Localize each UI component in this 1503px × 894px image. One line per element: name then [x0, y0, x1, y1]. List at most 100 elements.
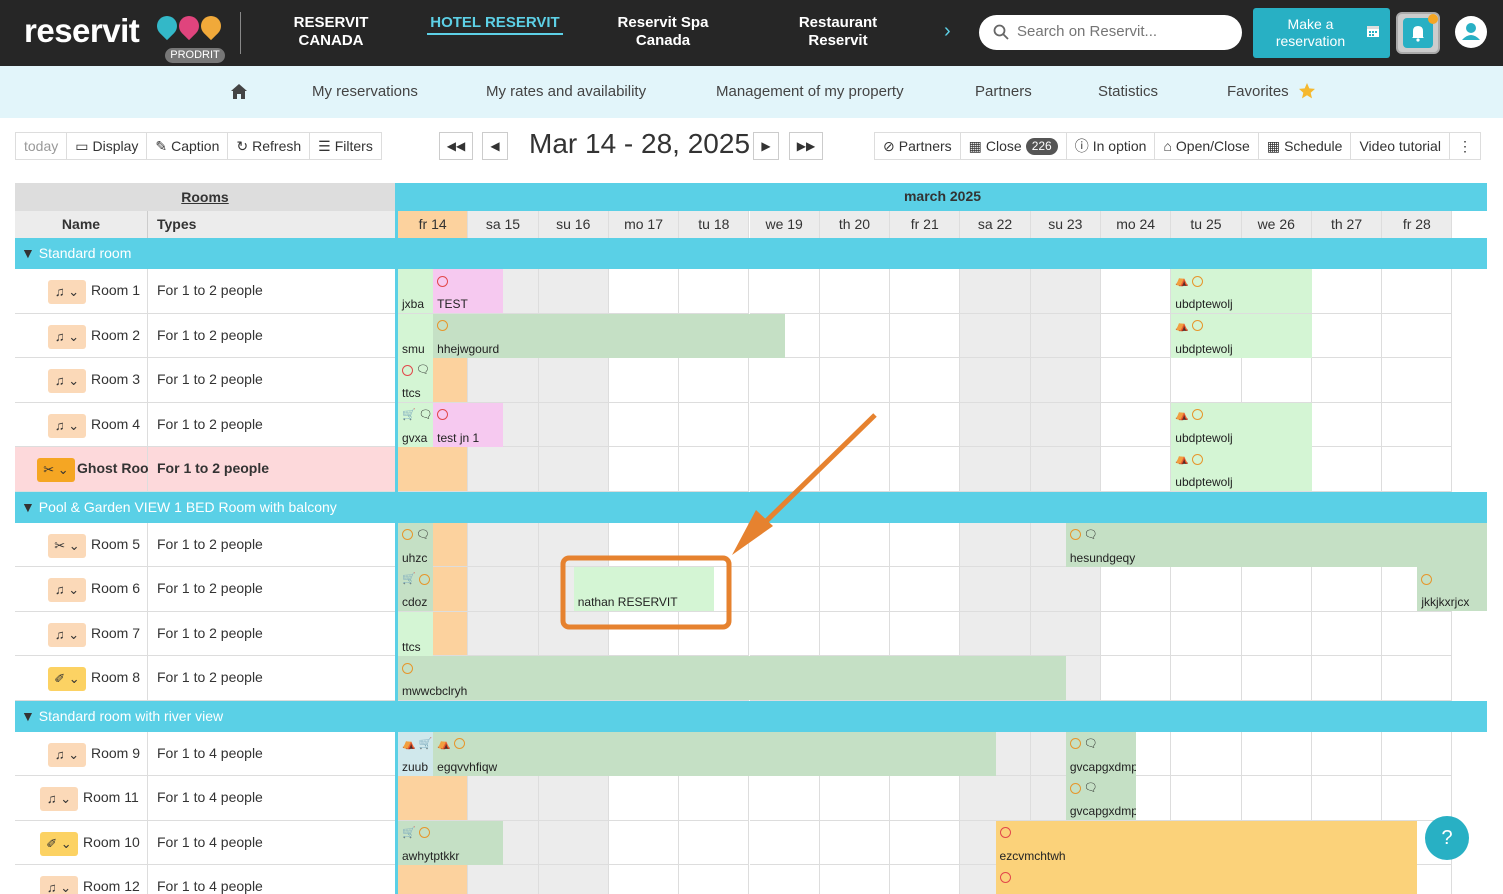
room-name-cell[interactable]: ♫ ⌄ Room 1: [15, 269, 148, 314]
grid-cell[interactable]: [819, 313, 891, 358]
grid-cell[interactable]: [1101, 656, 1172, 701]
room-name-cell[interactable]: ♫ ⌄ Room 4: [15, 402, 148, 447]
grid-cell[interactable]: [608, 776, 680, 821]
chevron-right-icon[interactable]: ›: [944, 20, 951, 43]
grid-cell[interactable]: [538, 522, 609, 567]
grid-cell[interactable]: [1311, 358, 1383, 403]
reservation-block[interactable]: ⛺ ubdptewolj: [1171, 269, 1312, 313]
grid-cell[interactable]: [819, 522, 891, 567]
grid-cell[interactable]: [538, 820, 609, 865]
grid-cell[interactable]: [1030, 447, 1101, 492]
grid-cell[interactable]: [679, 522, 750, 567]
grid-cell[interactable]: [679, 865, 750, 894]
grid-cell[interactable]: [1311, 611, 1383, 656]
reservation-block[interactable]: ⛺ ubdptewolj: [1171, 447, 1312, 491]
grid-cell[interactable]: [1030, 358, 1101, 403]
reservation-block[interactable]: hhejwgourd: [433, 313, 785, 358]
grid-cell[interactable]: [679, 447, 750, 492]
fast-forward-button[interactable]: ▶▶: [789, 132, 823, 160]
grid-cell[interactable]: [890, 522, 961, 567]
day-header[interactable]: th 27: [1311, 211, 1383, 238]
property-tab-restaurant[interactable]: Restaurant Reservit: [785, 14, 891, 50]
day-header[interactable]: th 20: [819, 211, 891, 238]
grid-cell[interactable]: [960, 358, 1031, 403]
grid-cell[interactable]: [538, 611, 609, 656]
grid-cell[interactable]: [749, 865, 820, 894]
help-button[interactable]: ?: [1425, 816, 1469, 860]
day-header[interactable]: fr 14: [398, 211, 469, 238]
day-header[interactable]: we 26: [1241, 211, 1312, 238]
grid-cell[interactable]: [749, 820, 820, 865]
grid-cell[interactable]: [1101, 313, 1172, 358]
grid-cell[interactable]: [1171, 358, 1242, 403]
grid-cell[interactable]: [749, 522, 820, 567]
grid-cell[interactable]: [1241, 358, 1312, 403]
grid-cell[interactable]: [1101, 358, 1172, 403]
grid-cell[interactable]: [890, 269, 961, 314]
grid-cell[interactable]: [749, 567, 820, 612]
grid-cell[interactable]: [1171, 611, 1242, 656]
reservation-block[interactable]: jkkjkxrjcx: [1417, 567, 1487, 611]
grid-cell[interactable]: [679, 269, 750, 314]
room-status-icon[interactable]: ✂ ⌄: [48, 533, 86, 558]
room-name-cell[interactable]: ♫ ⌄ Room 9: [15, 731, 148, 776]
grid-cell[interactable]: [1241, 731, 1312, 776]
rewind-button[interactable]: ◀◀: [439, 132, 473, 160]
grid-cell[interactable]: [1382, 447, 1453, 492]
reservation-block[interactable]: nathan RESERVIT: [573, 567, 715, 611]
room-name-cell[interactable]: ♫ ⌄ Room 12: [15, 865, 148, 894]
grid-cell[interactable]: [819, 776, 891, 821]
grid-cell[interactable]: [960, 567, 1031, 612]
grid-cell[interactable]: [538, 402, 609, 447]
room-name-cell[interactable]: ♫ ⌄ Room 2: [15, 313, 148, 358]
room-name-cell[interactable]: ♫ ⌄ Room 7: [15, 611, 148, 656]
property-tab-canada[interactable]: RESERVIT CANADA: [288, 14, 374, 50]
category-row[interactable]: ▼ Standard room: [15, 238, 1487, 269]
day-header[interactable]: su 16: [538, 211, 609, 238]
grid-cell[interactable]: [960, 611, 1031, 656]
reservation-block[interactable]: ⛺ ubdptewolj: [1171, 402, 1312, 447]
grid-cell[interactable]: [1101, 447, 1172, 492]
notifications-button[interactable]: [1396, 12, 1440, 54]
grid-cell[interactable]: [468, 522, 539, 567]
grid-cell[interactable]: [1030, 611, 1101, 656]
grid-cell[interactable]: [749, 447, 820, 492]
grid-cell[interactable]: [1382, 656, 1453, 701]
more-menu-icon[interactable]: ⋮: [1450, 133, 1480, 159]
nav-my-reservations[interactable]: My reservations: [312, 83, 418, 100]
grid-cell[interactable]: [749, 776, 820, 821]
reservation-block[interactable]: 🗨 gvcapgxdmp: [1065, 731, 1137, 776]
grid-cell[interactable]: [468, 567, 539, 612]
room-status-icon[interactable]: ♫ ⌄: [40, 876, 78, 894]
reservation-block[interactable]: ezcvmchtwh: [995, 820, 1418, 865]
reservation-block[interactable]: TEST: [433, 269, 504, 313]
grid-cell[interactable]: [819, 358, 891, 403]
grid-cell[interactable]: [608, 820, 680, 865]
nav-statistics[interactable]: Statistics: [1098, 83, 1158, 100]
grid-cell[interactable]: [1382, 269, 1453, 314]
room-name-cell[interactable]: ♫ ⌄ Room 11: [15, 776, 148, 821]
grid-cell[interactable]: [1382, 776, 1453, 821]
grid-cell[interactable]: [890, 820, 961, 865]
reservation-block[interactable]: 🛒 cdoz: [398, 567, 434, 611]
grid-cell[interactable]: [398, 447, 469, 492]
grid-cell[interactable]: [960, 776, 1031, 821]
filters-button[interactable]: ☰ Filters: [310, 133, 381, 159]
video-tutorial-button[interactable]: Video tutorial: [1351, 133, 1450, 159]
grid-cell[interactable]: [819, 865, 891, 894]
room-status-icon[interactable]: ♫ ⌄: [48, 369, 86, 393]
room-status-icon[interactable]: ♫ ⌄: [48, 324, 86, 349]
room-status-icon[interactable]: ♫ ⌄: [48, 742, 86, 767]
grid-cell[interactable]: [608, 269, 680, 314]
reservation-block[interactable]: 🗨 hesundgeqy: [1065, 522, 1487, 567]
grid-cell[interactable]: [1241, 776, 1312, 821]
grid-cell[interactable]: [1311, 313, 1383, 358]
grid-cell[interactable]: [1101, 269, 1172, 314]
grid-cell[interactable]: [819, 567, 891, 612]
grid-cell[interactable]: [819, 820, 891, 865]
reservation-block[interactable]: ⛺ egqvvhfiqw: [433, 731, 996, 776]
grid-cell[interactable]: [960, 522, 1031, 567]
grid-cell[interactable]: [1241, 656, 1312, 701]
refresh-button[interactable]: ↻ Refresh: [228, 133, 311, 159]
grid-cell[interactable]: [960, 402, 1031, 447]
